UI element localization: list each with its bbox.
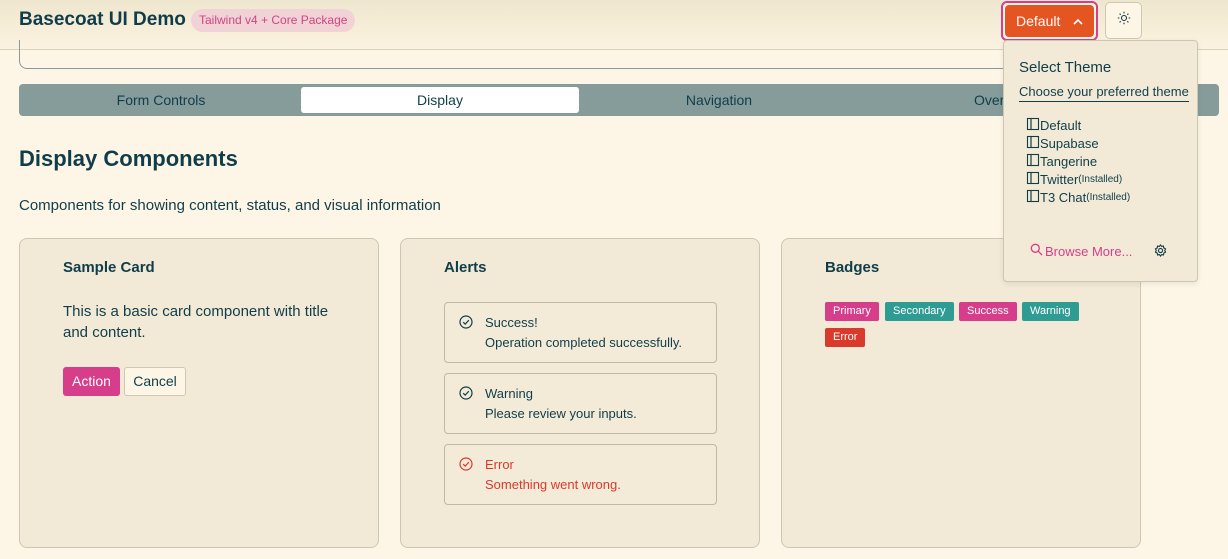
- theme-option-label: Twitter: [1040, 172, 1079, 187]
- book-icon: [1026, 135, 1040, 152]
- previous-section-panel: [19, 40, 1019, 69]
- tab-form-controls[interactable]: Form Controls: [22, 87, 300, 113]
- alert-title: Warning: [485, 386, 533, 401]
- warning-alert: Warning Please review your inputs.: [444, 373, 717, 434]
- check-circle-icon: [459, 386, 473, 405]
- app-title: Basecoat UI Demo: [19, 9, 186, 30]
- success-alert: Success! Operation completed successfull…: [444, 302, 717, 363]
- card-text: This is a basic card component with titl…: [63, 303, 329, 341]
- error-alert: Error Something went wrong.: [444, 444, 717, 505]
- check-circle-icon: [459, 457, 473, 476]
- theme-option-twitter[interactable]: Twitter (Installed): [1026, 171, 1122, 188]
- alerts-card: Alerts Success! Operation completed succ…: [400, 238, 760, 548]
- dark-mode-toggle[interactable]: [1105, 2, 1142, 39]
- alert-description: Something went wrong.: [485, 477, 621, 492]
- search-icon: [1030, 243, 1043, 259]
- book-icon: [1026, 189, 1040, 206]
- dropdown-title: Select Theme: [1019, 59, 1112, 76]
- theme-option-default[interactable]: Default: [1026, 117, 1081, 134]
- installed-note: (Installed): [1078, 174, 1123, 185]
- theme-option-label: T3 Chat: [1040, 190, 1087, 205]
- cancel-button[interactable]: Cancel: [124, 367, 186, 396]
- gear-icon[interactable]: [1154, 244, 1167, 262]
- alert-description: Please review your inputs.: [485, 406, 637, 421]
- badge-warning: Warning: [1022, 302, 1079, 321]
- theme-select-button[interactable]: Default: [1001, 1, 1098, 41]
- theme-option-t3-chat[interactable]: T3 Chat (Installed): [1026, 189, 1130, 206]
- tab-display[interactable]: Display: [301, 87, 579, 113]
- theme-dropdown-menu: Select Theme Choose your preferred theme…: [1003, 40, 1198, 282]
- tab-navigation[interactable]: Navigation: [580, 87, 858, 113]
- page-title: Display Components: [19, 146, 238, 171]
- package-badge: Tailwind v4 + Core Package: [191, 9, 356, 32]
- action-button[interactable]: Action: [63, 367, 120, 396]
- page-subtitle: Components for showing content, status, …: [19, 197, 441, 214]
- chevron-up-icon: [1072, 15, 1084, 31]
- browse-more-link[interactable]: Browse More...: [1030, 243, 1132, 259]
- sample-card: Sample Card This is a basic card compone…: [19, 238, 379, 548]
- badge-success: Success: [959, 302, 1017, 321]
- installed-note: (Installed): [1086, 192, 1131, 203]
- alert-title: Success!: [485, 315, 538, 330]
- sun-icon: [1117, 11, 1131, 30]
- alert-title: Error: [485, 457, 514, 472]
- badge-secondary: Secondary: [885, 302, 954, 321]
- badge-error: Error: [825, 328, 866, 347]
- book-icon: [1026, 153, 1040, 170]
- book-icon: [1026, 117, 1040, 134]
- theme-select-label: Default: [1016, 13, 1061, 29]
- badges-card: Badges Primary Secondary Success Warning…: [781, 238, 1141, 548]
- dropdown-description: Choose your preferred theme: [1019, 84, 1189, 102]
- alert-description: Operation completed successfully.: [485, 335, 683, 350]
- theme-option-supabase[interactable]: Supabase: [1026, 135, 1099, 152]
- theme-option-label: Tangerine: [1040, 154, 1098, 169]
- book-icon: [1026, 171, 1040, 188]
- theme-option-label: Supabase: [1040, 136, 1099, 151]
- card-title: Alerts: [444, 259, 487, 276]
- card-title: Sample Card: [63, 259, 155, 276]
- badge-primary: Primary: [825, 302, 879, 321]
- card-title: Badges: [825, 259, 880, 276]
- check-circle-icon: [459, 315, 473, 334]
- theme-option-label: Default: [1040, 118, 1082, 133]
- browse-more-label: Browse More...: [1045, 243, 1133, 259]
- theme-option-tangerine[interactable]: Tangerine: [1026, 153, 1097, 170]
